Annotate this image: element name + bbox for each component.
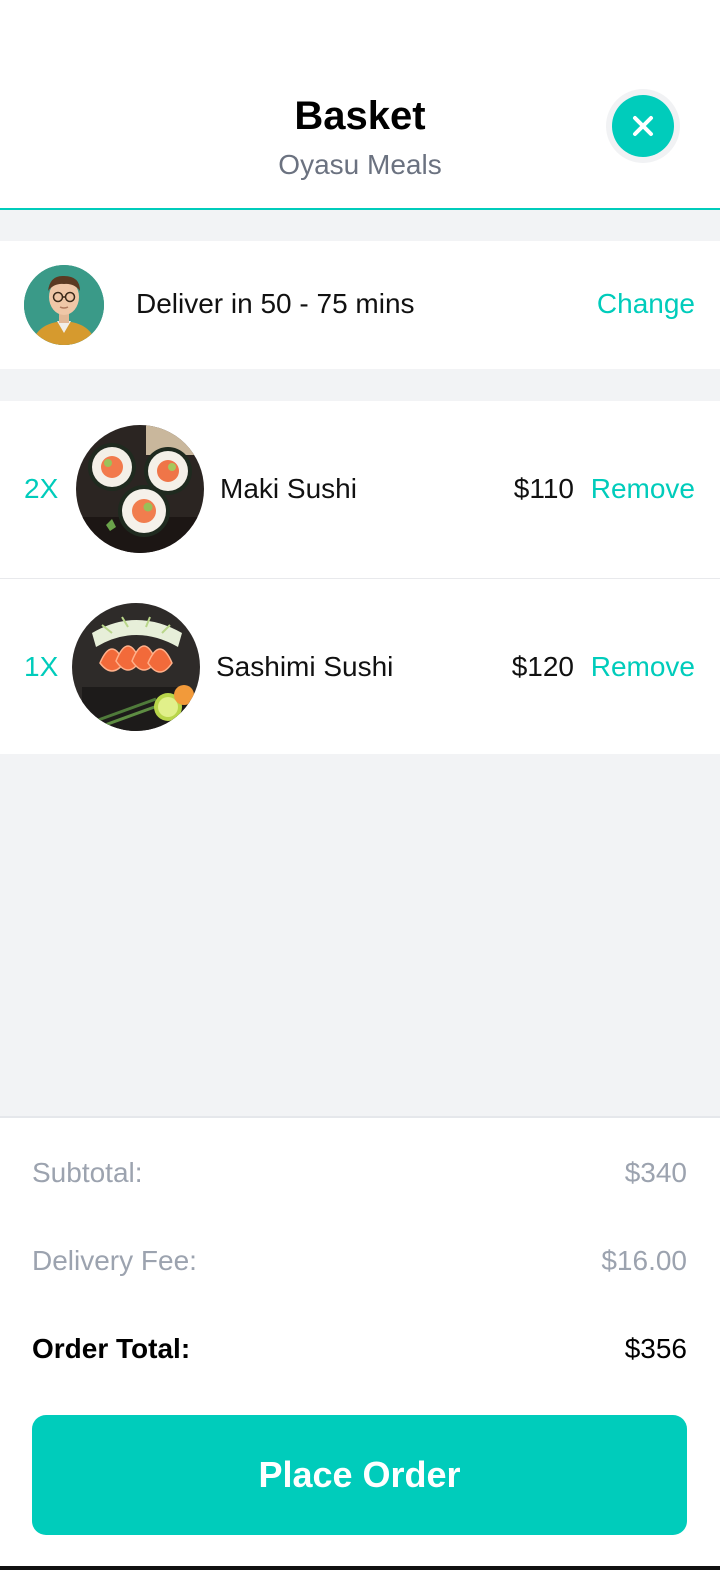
avatar bbox=[24, 265, 104, 345]
delivery-fee-value: $16.00 bbox=[601, 1245, 687, 1276]
subtotal-label: Subtotal: bbox=[32, 1157, 143, 1188]
order-summary: Subtotal: $340 Delivery Fee: $16.00 Orde… bbox=[0, 1116, 720, 1570]
basket-item: 2X Maki Sushi $110 Remove bbox=[0, 401, 720, 578]
basket-content: Deliver in 50 - 75 mins Change 2X Maki S… bbox=[0, 210, 720, 1118]
delivery-fee-label: Delivery Fee: bbox=[32, 1245, 197, 1276]
item-price: $110 bbox=[513, 473, 574, 504]
item-name: Sashimi Sushi bbox=[216, 651, 394, 682]
sashimi-sushi-image bbox=[72, 603, 200, 731]
subtotal-value: $340 bbox=[624, 1157, 687, 1188]
place-order-button[interactable]: Place Order bbox=[32, 1415, 687, 1535]
restaurant-name: Oyasu Meals bbox=[278, 149, 442, 180]
order-total-value: $356 bbox=[624, 1333, 687, 1364]
remove-item-button[interactable]: Remove bbox=[591, 651, 695, 683]
delivery-row: Deliver in 50 - 75 mins Change bbox=[0, 241, 720, 369]
maki-sushi-image bbox=[76, 425, 204, 553]
close-button-container bbox=[606, 89, 680, 163]
basket-items: 2X Maki Sushi $110 Remove 1X Sashimi Sus… bbox=[0, 401, 720, 754]
close-icon bbox=[633, 116, 653, 136]
item-price: $120 bbox=[511, 651, 574, 682]
order-total-label: Order Total: bbox=[32, 1333, 191, 1364]
item-quantity: 2X bbox=[24, 473, 59, 504]
item-quantity: 1X bbox=[24, 651, 59, 682]
close-button[interactable] bbox=[612, 95, 674, 157]
item-name: Maki Sushi bbox=[220, 473, 357, 504]
remove-item-button[interactable]: Remove bbox=[591, 473, 695, 505]
change-delivery-button[interactable]: Change bbox=[597, 288, 695, 320]
basket-item: 1X Sashimi Sushi $120 Remove bbox=[0, 578, 720, 754]
delivery-time: Deliver in 50 - 75 mins bbox=[136, 288, 415, 319]
bottom-divider bbox=[0, 1566, 720, 1570]
basket-header: Basket Oyasu Meals bbox=[0, 0, 720, 210]
